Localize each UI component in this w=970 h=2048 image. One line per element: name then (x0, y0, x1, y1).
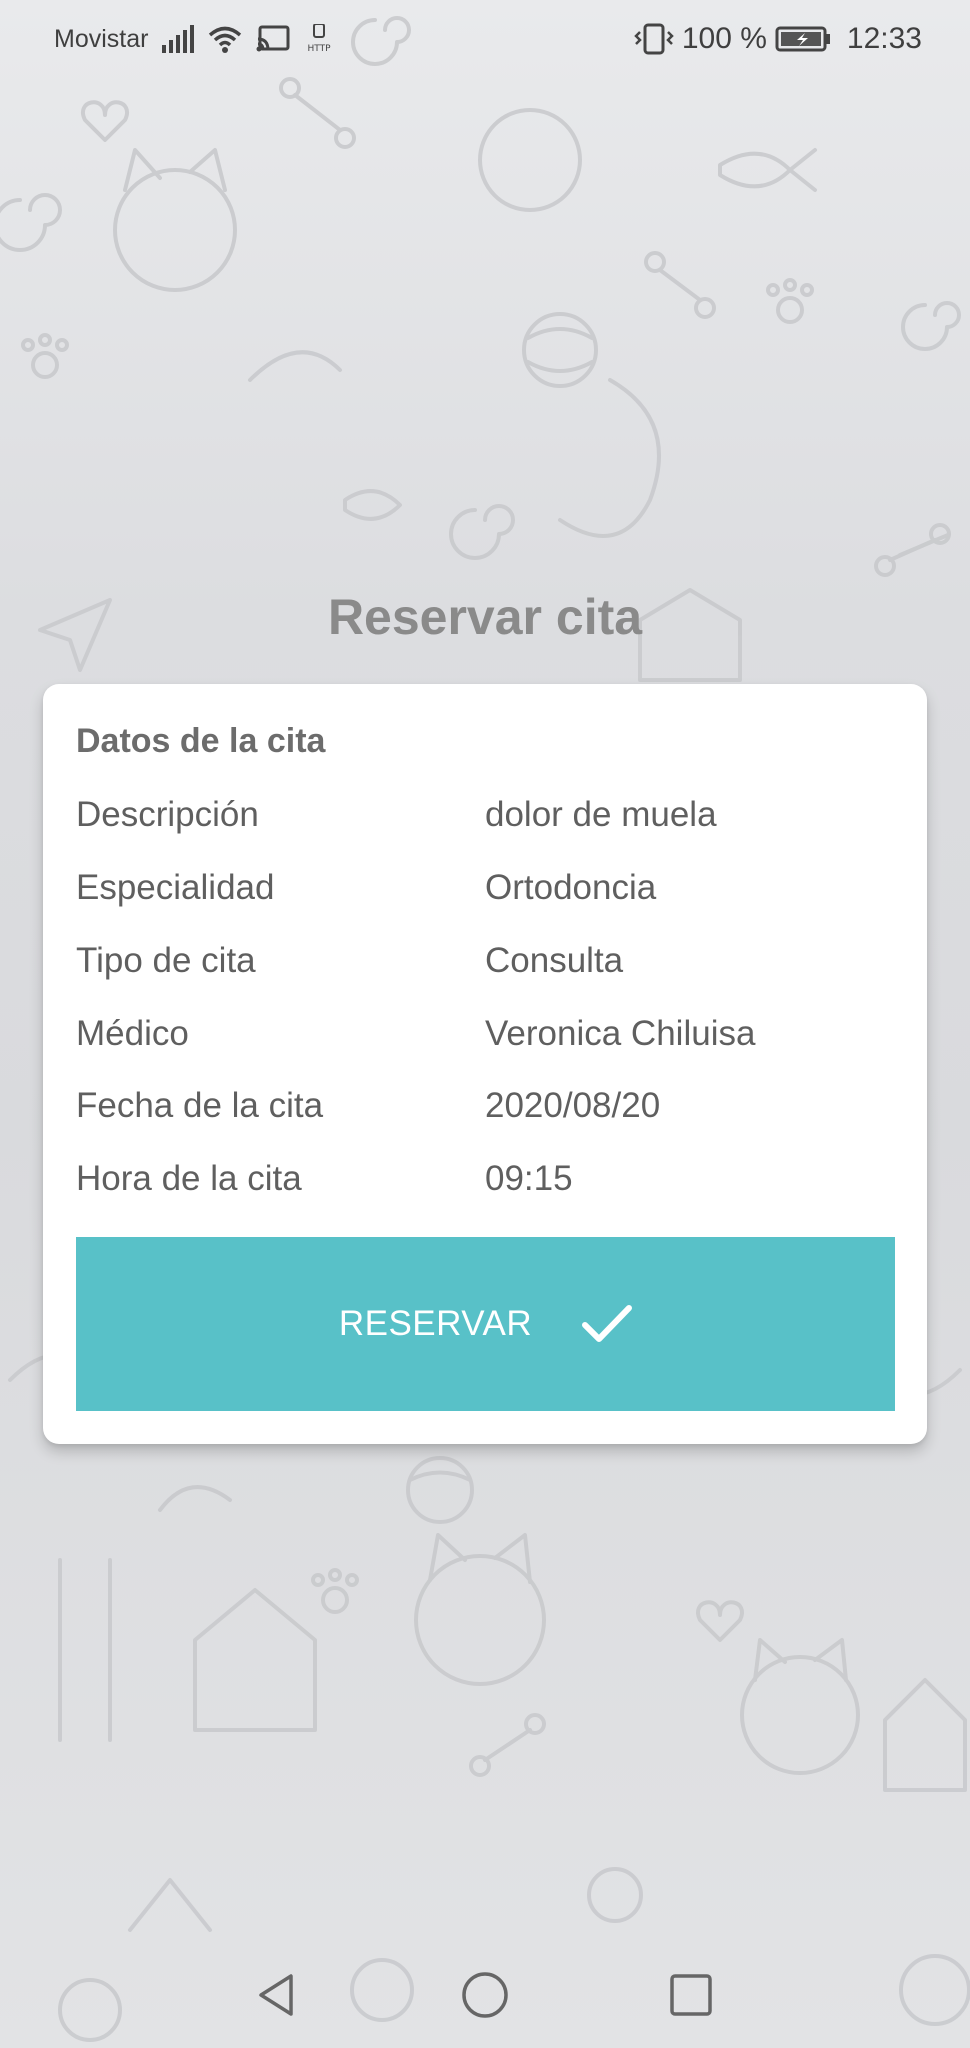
status-bar: Movistar HTTP 100 % 12:33 (0, 0, 970, 84)
reserve-button[interactable]: RESERVAR (76, 1237, 895, 1411)
recents-icon (670, 1974, 712, 2016)
check-icon (582, 1305, 633, 1342)
row-medico: Médico Veronica Chiluisa (76, 1014, 896, 1064)
row-value: dolor de muela (485, 795, 717, 834)
home-icon (462, 1972, 508, 2018)
clock: 12:33 (846, 22, 922, 55)
svg-text:HTTP: HTTP (308, 44, 332, 54)
row-value: Consulta (485, 941, 624, 980)
reserve-button-label: RESERVAR (338, 1304, 533, 1343)
row-label: Especialidad (76, 868, 275, 907)
status-right: 100 % 12:33 (634, 22, 922, 56)
row-value: 2020/08/20 (485, 1086, 661, 1125)
card-heading: Datos de la cita (76, 722, 326, 760)
row-label: Fecha de la cita (76, 1086, 324, 1125)
row-label: Hora de la cita (76, 1159, 302, 1198)
nav-recents-button[interactable] (656, 1960, 726, 2030)
row-value: 09:15 (485, 1159, 573, 1198)
status-left: Movistar HTTP (54, 24, 334, 54)
nav-back-button[interactable] (243, 1960, 313, 2030)
wifi-icon (209, 26, 242, 53)
page-title: Reservar cita (327, 589, 643, 645)
row-label: Descripción (76, 795, 259, 834)
appointment-card: Datos de la cita Descripción dolor de mu… (43, 684, 927, 1444)
battery-percentage: 100 % (681, 22, 767, 55)
row-descripcion: Descripción dolor de muela (76, 795, 896, 845)
vibrate-icon (634, 23, 674, 55)
row-label: Tipo de cita (76, 941, 256, 980)
signal-icon (162, 25, 195, 53)
battery-icon (775, 26, 830, 52)
nav-home-button[interactable] (450, 1960, 520, 2030)
carrier-name: Movistar (54, 24, 149, 53)
row-tipo-de-cita: Tipo de cita Consulta (76, 941, 896, 991)
http-icon: HTTP (308, 24, 332, 54)
cast-icon (256, 25, 290, 52)
back-icon (259, 1974, 293, 2016)
row-value: Veronica Chiluisa (485, 1014, 756, 1053)
row-value: Ortodoncia (485, 868, 657, 907)
row-hora-de-la-cita: Hora de la cita 09:15 (76, 1159, 896, 1209)
navigation-bar (0, 1940, 970, 2048)
row-label: Médico (76, 1014, 189, 1053)
row-fecha-de-la-cita: Fecha de la cita 2020/08/20 (76, 1086, 896, 1136)
row-especialidad: Especialidad Ortodoncia (76, 868, 896, 918)
